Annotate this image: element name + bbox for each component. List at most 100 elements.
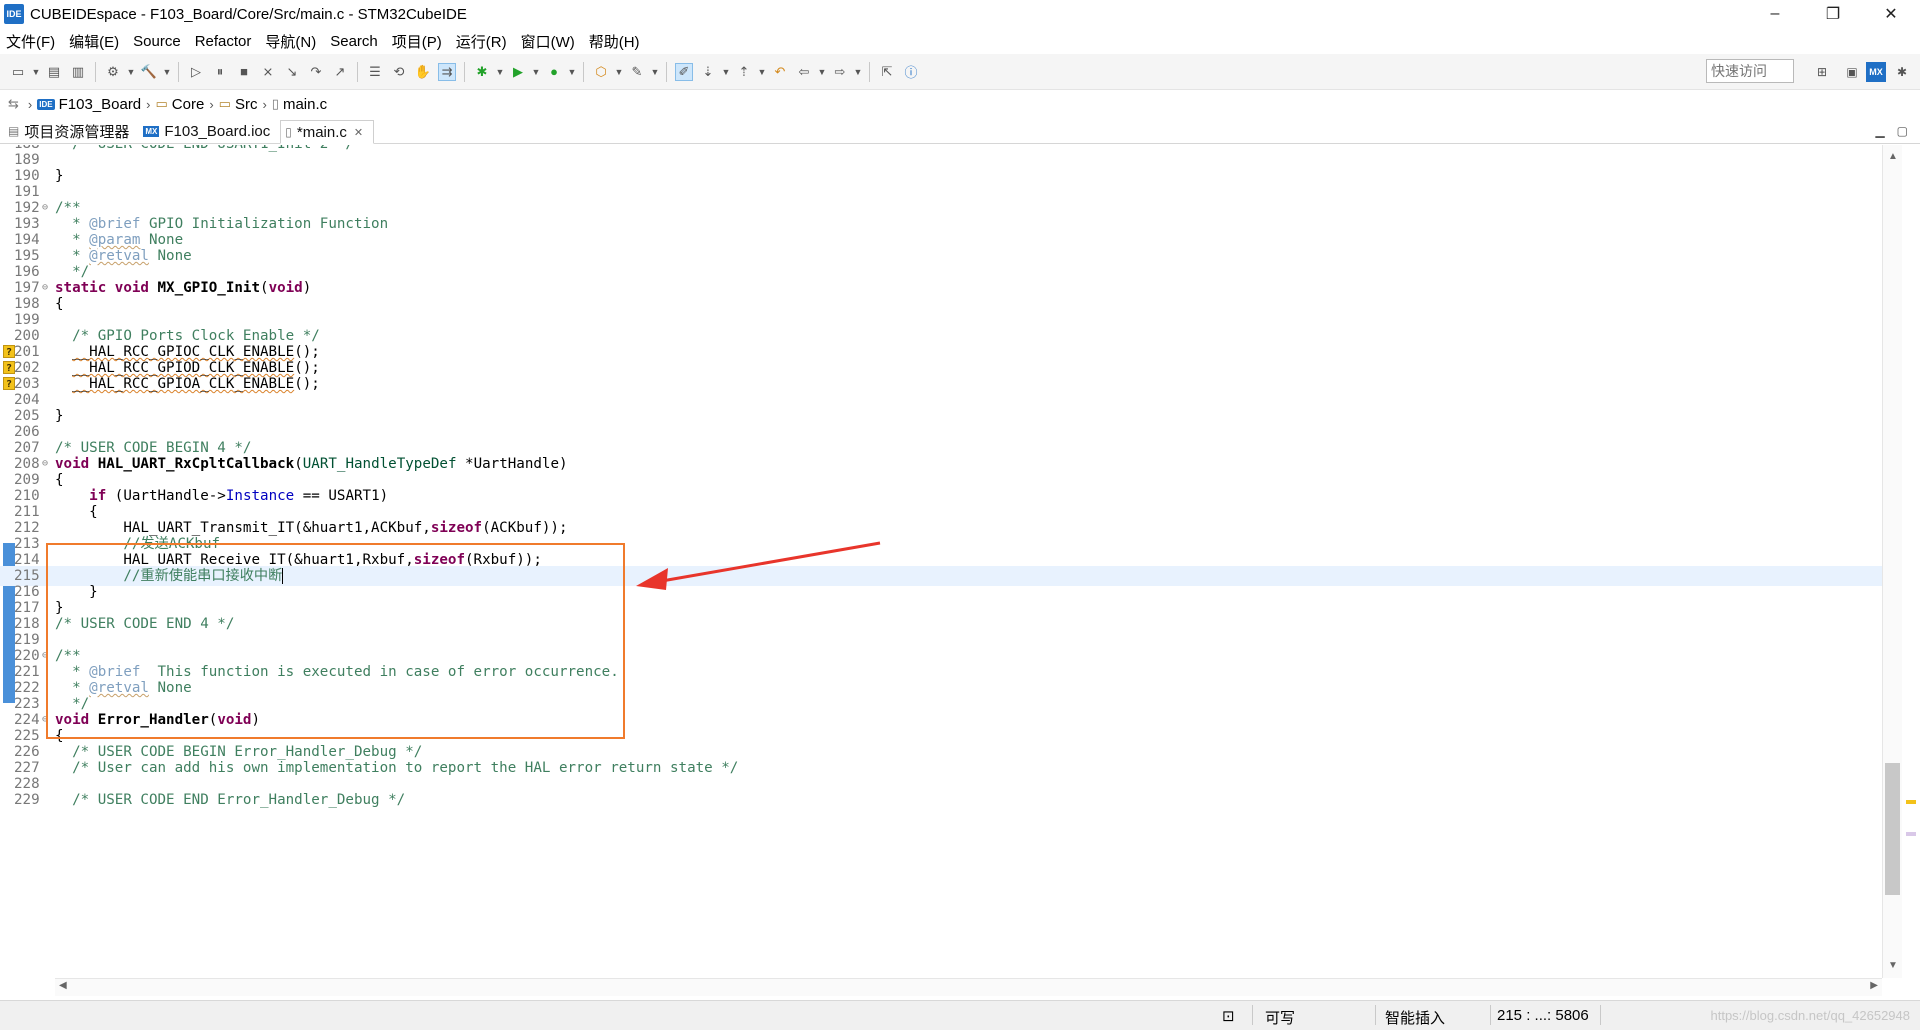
terminate-icon[interactable]: ■	[236, 64, 252, 80]
breadcrumb-src[interactable]: Src	[235, 96, 258, 113]
last-edit-location-icon[interactable]: ↶	[772, 64, 788, 80]
restore-button[interactable]: ❐	[1804, 0, 1862, 28]
quick-access-input[interactable]	[1706, 59, 1794, 83]
red-arrow-annotation	[636, 541, 881, 590]
scroll-up-icon[interactable]: ▲	[1888, 151, 1898, 162]
scrollbar-thumb[interactable]	[1885, 763, 1900, 895]
debug-dropdown-icon[interactable]: ▼	[496, 64, 505, 80]
next-annotation-icon[interactable]: ⇣	[700, 64, 716, 80]
mx-perspective-icon[interactable]: MX	[1866, 62, 1886, 82]
menu-project[interactable]: 项目(P)	[392, 31, 442, 52]
back-dropdown-icon[interactable]: ▼	[818, 64, 827, 80]
menu-source[interactable]: Source	[133, 33, 181, 50]
forward-dropdown-icon[interactable]: ▼	[854, 64, 863, 80]
step-return-icon[interactable]: ↗	[332, 64, 348, 80]
back-icon[interactable]: ⇦	[796, 64, 812, 80]
window-title: CUBEIDEspace - F103_Board/Core/Src/main.…	[30, 5, 467, 23]
watermark-text: https://blog.csdn.net/qq_42652948	[1710, 1008, 1911, 1023]
warning-marker[interactable]	[1906, 800, 1916, 804]
build-config-icon[interactable]: ⚙	[105, 64, 121, 80]
menu-help[interactable]: 帮助(H)	[589, 31, 640, 52]
toolbar-separator	[178, 61, 179, 82]
run-icon[interactable]: ▶	[510, 64, 526, 80]
menu-file[interactable]: 文件(F)	[6, 31, 55, 52]
tab-ioc[interactable]: MX F103_Board.ioc	[139, 119, 280, 143]
cc-perspective-icon[interactable]: ▣	[1842, 62, 1862, 82]
menu-refactor[interactable]: Refactor	[195, 33, 252, 50]
previous-annotation-icon[interactable]: ⇡	[736, 64, 752, 80]
instruction-stepping-icon[interactable]: ⇉	[438, 62, 456, 81]
resume-icon[interactable]: ▷	[188, 64, 204, 80]
breadcrumb-core[interactable]: Core	[172, 96, 205, 113]
chevron-right-icon: ›	[27, 96, 33, 112]
new-dropdown-icon[interactable]: ▼	[32, 64, 41, 80]
toolbar-separator	[869, 61, 870, 82]
debug-icon[interactable]: ✱	[474, 64, 490, 80]
close-window-button[interactable]: ✕	[1862, 0, 1920, 28]
minimize-view-icon[interactable]: ▁	[1875, 124, 1884, 138]
forward-icon[interactable]: ⇨	[832, 64, 848, 80]
next-annotation-dropdown-icon[interactable]: ▼	[722, 64, 731, 80]
open-type-dropdown-icon[interactable]: ▼	[615, 64, 624, 80]
mx-icon: MX	[143, 125, 160, 137]
close-tab-icon[interactable]: ✕	[354, 126, 363, 139]
menu-window[interactable]: 窗口(W)	[521, 31, 575, 52]
open-perspective-icon[interactable]: ⊞	[1812, 62, 1832, 82]
run-dropdown-icon[interactable]: ▼	[532, 64, 541, 80]
scroll-left-icon[interactable]: ◀	[59, 980, 67, 991]
menu-search[interactable]: Search	[330, 33, 378, 50]
info-icon[interactable]: ⓘ	[903, 64, 919, 80]
overview-ruler[interactable]	[1902, 145, 1920, 978]
minimize-button[interactable]: –	[1746, 0, 1804, 28]
menu-navigate[interactable]: 导航(N)	[265, 31, 316, 52]
status-separator	[1375, 1005, 1376, 1025]
project-explorer-icon: ▤	[8, 124, 20, 138]
insert-mode-status[interactable]: 智能插入	[1385, 1007, 1445, 1028]
save-icon[interactable]: ▤	[46, 64, 62, 80]
scroll-right-icon[interactable]: ▶	[1870, 980, 1878, 991]
breadcrumb-nav-icon[interactable]: ⇆	[8, 96, 19, 112]
step-into-icon[interactable]: ↘	[284, 64, 300, 80]
skip-breakpoints-icon[interactable]: ✋	[415, 64, 431, 80]
build-status-icon[interactable]: ⊡	[1222, 1007, 1235, 1025]
scroll-down-icon[interactable]: ▼	[1888, 960, 1898, 971]
console-icon[interactable]: ☰	[367, 64, 383, 80]
breadcrumb-project[interactable]: F103_Board	[59, 96, 142, 113]
search-icon[interactable]: ✎	[629, 64, 645, 80]
open-type-icon[interactable]: ⬡	[593, 64, 609, 80]
pin-editor-icon[interactable]: ⇱	[879, 64, 895, 80]
step-over-icon[interactable]: ↷	[308, 64, 324, 80]
new-icon[interactable]: ▭	[10, 64, 26, 80]
vertical-scrollbar[interactable]: ▲ ▼	[1882, 145, 1902, 978]
suspend-icon[interactable]: ⏸	[212, 64, 228, 80]
build-config-dropdown-icon[interactable]: ▼	[127, 64, 136, 80]
tab-main-c[interactable]: ▯ *main.c ✕	[280, 120, 375, 144]
horizontal-scrollbar[interactable]: ◀ ▶	[55, 978, 1882, 996]
window-controls: – ❐ ✕	[1746, 0, 1920, 28]
build-dropdown-icon[interactable]: ▼	[163, 64, 172, 80]
title-bar: IDE CUBEIDEspace - F103_Board/Core/Src/m…	[0, 0, 1920, 28]
debug-perspective-icon[interactable]: ✱	[1892, 62, 1912, 82]
search-dropdown-icon[interactable]: ▼	[651, 64, 660, 80]
occurrence-marker[interactable]	[1906, 832, 1916, 836]
ide-logo-icon: IDE	[4, 4, 24, 24]
tab-project-explorer[interactable]: ▤ 项目资源管理器	[4, 119, 139, 143]
main-toolbar: ▭ ▼ ▤ ▥ ⚙ ▼ 🔨 ▼ ▷ ⏸ ■ ⨯ ↘ ↷ ↗ ☰ ⟲ ✋ ⇉ ✱ ▼ ▶ ▼…	[0, 54, 1920, 90]
menu-run[interactable]: 运行(R)	[456, 31, 507, 52]
mark-occurrences-icon[interactable]: ✐	[675, 62, 693, 81]
editor-tab-bar: ▤ 项目资源管理器 MX F103_Board.ioc ▯ *main.c ✕	[0, 118, 1920, 144]
disconnect-icon[interactable]: ⨯	[260, 64, 276, 80]
previous-annotation-dropdown-icon[interactable]: ▼	[758, 64, 767, 80]
restart-icon[interactable]: ⟲	[391, 64, 407, 80]
cursor-position-status: 215 : ...: 5806	[1497, 1007, 1589, 1024]
menu-edit[interactable]: 编辑(E)	[69, 31, 119, 52]
file-icon: ▯	[271, 96, 279, 111]
external-tools-dropdown-icon[interactable]: ▼	[568, 64, 577, 80]
breadcrumb-file[interactable]: main.c	[283, 96, 327, 113]
tab-label: *main.c	[296, 123, 347, 141]
status-separator	[1600, 1005, 1601, 1025]
build-icon[interactable]: 🔨	[141, 64, 157, 80]
maximize-view-icon[interactable]: ▢	[1897, 124, 1908, 138]
save-all-icon[interactable]: ▥	[70, 64, 86, 80]
external-tools-icon[interactable]: ●	[546, 64, 562, 80]
